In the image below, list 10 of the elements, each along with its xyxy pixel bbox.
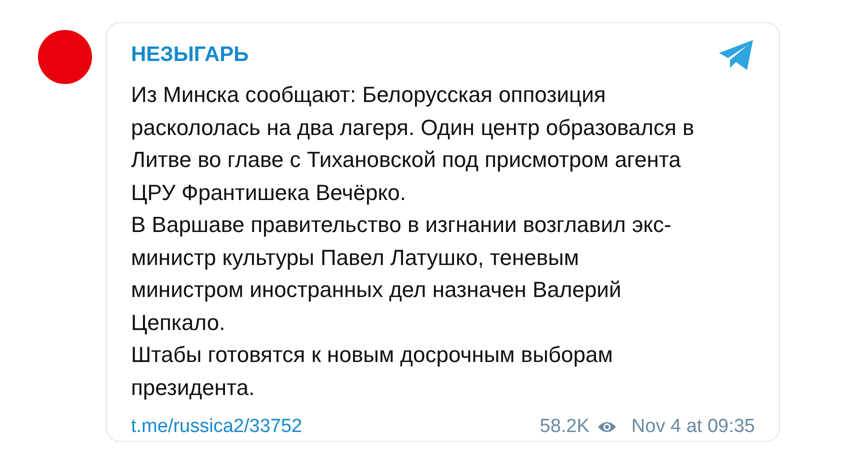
post-paragraph: В Варшаве правительство в изгнании возглавил экс- министр культуры Павел Латушко, теневым министром иностранных дел назначен Валерий Цепкало. bbox=[131, 211, 672, 336]
paper-plane-icon[interactable] bbox=[717, 39, 755, 71]
view-count: 58.2K bbox=[540, 416, 590, 438]
post-date: Nov 4 at 09:35 bbox=[631, 416, 755, 438]
channel-name[interactable]: НЕЗЫГАРЬ bbox=[131, 43, 249, 67]
channel-avatar[interactable] bbox=[38, 30, 92, 84]
post-link[interactable]: t.me/russica2/33752 bbox=[131, 416, 302, 438]
post-paragraph: Штабы готовятся к новым досрочным выборам президента. bbox=[131, 341, 614, 402]
eye-icon bbox=[597, 420, 618, 434]
post-paragraph: Из Минска сообщают: Белорусская оппозиция раскололась на два лагеря. Один центр образовался в Литве во главе с Тихановской под присмотром агента ЦРУ Франтишека Вечёрко. bbox=[131, 81, 696, 207]
